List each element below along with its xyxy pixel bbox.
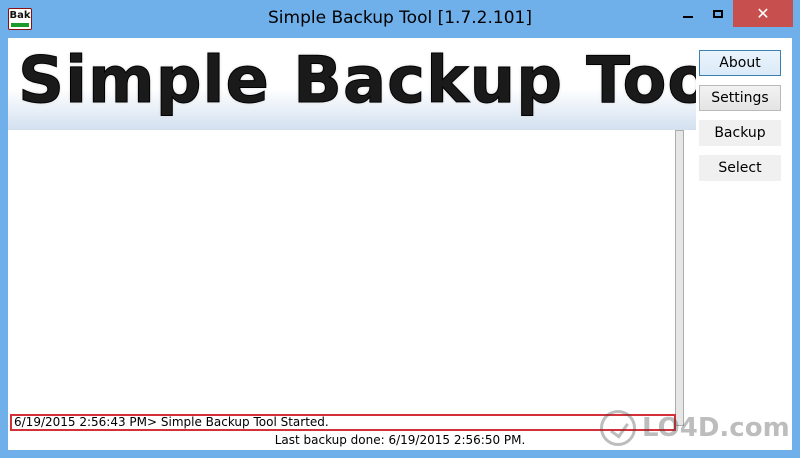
settings-button[interactable]: Settings [699, 85, 781, 111]
about-button[interactable]: About [699, 50, 781, 76]
watermark-logo-icon [600, 410, 636, 446]
scrollbar-thumb[interactable] [675, 130, 684, 426]
log-scrollbar[interactable] [675, 130, 684, 430]
minimize-icon [683, 15, 693, 18]
title-bar[interactable]: Bak Simple Backup Tool [1.7.2.101] ✕ [0, 0, 800, 38]
minimize-button[interactable] [672, 0, 704, 27]
select-button[interactable]: Select [699, 155, 781, 181]
client-area: Simple Backup Tool About Settings Backup… [8, 38, 792, 450]
watermark: LO4D.com [600, 408, 790, 448]
maximize-icon [713, 9, 723, 18]
backup-button[interactable]: Backup [699, 120, 781, 146]
close-button[interactable]: ✕ [733, 0, 793, 27]
close-icon: ✕ [756, 4, 770, 23]
app-window: Bak Simple Backup Tool [1.7.2.101] ✕ Sim… [0, 0, 800, 458]
log-entry: 6/19/2015 2:56:43 PM> Simple Backup Tool… [10, 414, 676, 431]
banner-title: Simple Backup Tool [17, 44, 696, 119]
header-banner: Simple Backup Tool [8, 38, 696, 130]
maximize-button[interactable] [702, 0, 734, 27]
watermark-text: LO4D.com [642, 413, 790, 443]
